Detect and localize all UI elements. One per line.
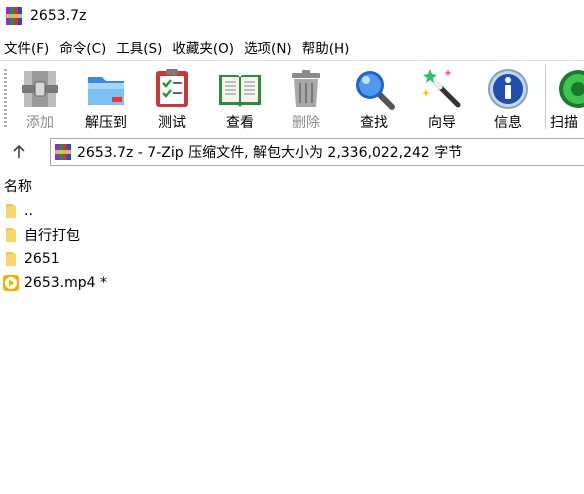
trash-can-icon bbox=[292, 70, 320, 107]
add-button[interactable]: 添加 bbox=[10, 65, 70, 133]
add-button-label: 添加 bbox=[26, 115, 54, 131]
list-item[interactable]: 自行打包 bbox=[0, 224, 80, 246]
wizard-button-label: 向导 bbox=[428, 115, 456, 131]
info-button[interactable]: 信息 bbox=[478, 65, 538, 133]
find-button-label: 查找 bbox=[360, 115, 388, 131]
list-item[interactable]: .. bbox=[0, 200, 33, 222]
window-title: 2653.7z bbox=[30, 8, 87, 24]
folder-extract-icon bbox=[88, 77, 124, 105]
address-field[interactable]: 2653.7z - 7-Zip 压缩文件, 解包大小为 2,336,022,24… bbox=[50, 138, 584, 166]
list-item[interactable]: 2651 bbox=[0, 248, 60, 270]
menu-commands[interactable]: 命令(C) bbox=[55, 37, 112, 57]
scan-button[interactable]: 扫描 bbox=[550, 65, 584, 133]
extract-to-button-label: 解压到 bbox=[85, 115, 127, 131]
test-button-label: 测试 bbox=[158, 115, 186, 131]
column-header-name[interactable]: 名称 bbox=[4, 176, 32, 196]
folder-icon bbox=[6, 204, 16, 218]
menu-help[interactable]: 帮助(H) bbox=[298, 37, 356, 57]
info-icon bbox=[488, 69, 528, 109]
extract-to-button[interactable]: 解压到 bbox=[76, 65, 136, 133]
test-button[interactable]: 测试 bbox=[142, 65, 202, 133]
magnifier-icon bbox=[356, 71, 395, 110]
title-bar: 2653.7z bbox=[0, 0, 584, 32]
up-one-level-button[interactable] bbox=[6, 140, 32, 164]
view-button-label: 查看 bbox=[226, 115, 254, 131]
menu-file[interactable]: 文件(F) bbox=[0, 37, 55, 57]
menu-tools[interactable]: 工具(S) bbox=[112, 37, 168, 57]
list-item-name: 2651 bbox=[24, 251, 60, 267]
magic-wand-icon bbox=[422, 69, 461, 108]
arrow-up-icon bbox=[13, 144, 25, 158]
archive-icon bbox=[55, 144, 71, 160]
folder-icon bbox=[6, 228, 16, 242]
list-item-name: 2653.mp4 * bbox=[24, 275, 107, 291]
clipboard-check-icon bbox=[156, 69, 188, 107]
video-file-icon bbox=[3, 275, 19, 291]
folder-icon bbox=[6, 252, 16, 266]
info-button-label: 信息 bbox=[494, 115, 522, 131]
virus-scan-icon bbox=[559, 70, 584, 108]
toolbar-separator bbox=[545, 65, 546, 129]
list-item[interactable]: 2653.mp4 * bbox=[0, 272, 107, 294]
view-button[interactable]: 查看 bbox=[210, 65, 270, 133]
menu-bar: 文件(F) 命令(C) 工具(S) 收藏夹(O) 选项(N) 帮助(H) bbox=[0, 36, 355, 58]
open-book-icon bbox=[219, 75, 261, 107]
find-button[interactable]: 查找 bbox=[344, 65, 404, 133]
wizard-button[interactable]: 向导 bbox=[412, 65, 472, 133]
address-bar: 2653.7z - 7-Zip 压缩文件, 解包大小为 2,336,022,24… bbox=[0, 136, 584, 168]
list-item-name: 自行打包 bbox=[24, 228, 80, 244]
file-list: 名称 .. 自行打包 2651 2653.mp4 * bbox=[0, 172, 584, 494]
winrar-app-icon bbox=[6, 7, 24, 25]
toolbar-grip[interactable] bbox=[4, 69, 7, 127]
list-item-name: .. bbox=[24, 203, 33, 219]
archive-add-icon bbox=[22, 71, 58, 107]
menu-favorites[interactable]: 收藏夹(O) bbox=[168, 37, 240, 57]
address-text: 2653.7z - 7-Zip 压缩文件, 解包大小为 2,336,022,24… bbox=[77, 145, 463, 161]
scan-button-label: 扫描 bbox=[550, 115, 578, 131]
delete-button[interactable]: 删除 bbox=[276, 65, 336, 133]
toolbar: 添加 解压到 测试 查看 删除 查找 向导 信息 扫描 bbox=[0, 60, 584, 135]
delete-button-label: 删除 bbox=[292, 115, 320, 131]
menu-options[interactable]: 选项(N) bbox=[240, 37, 298, 57]
